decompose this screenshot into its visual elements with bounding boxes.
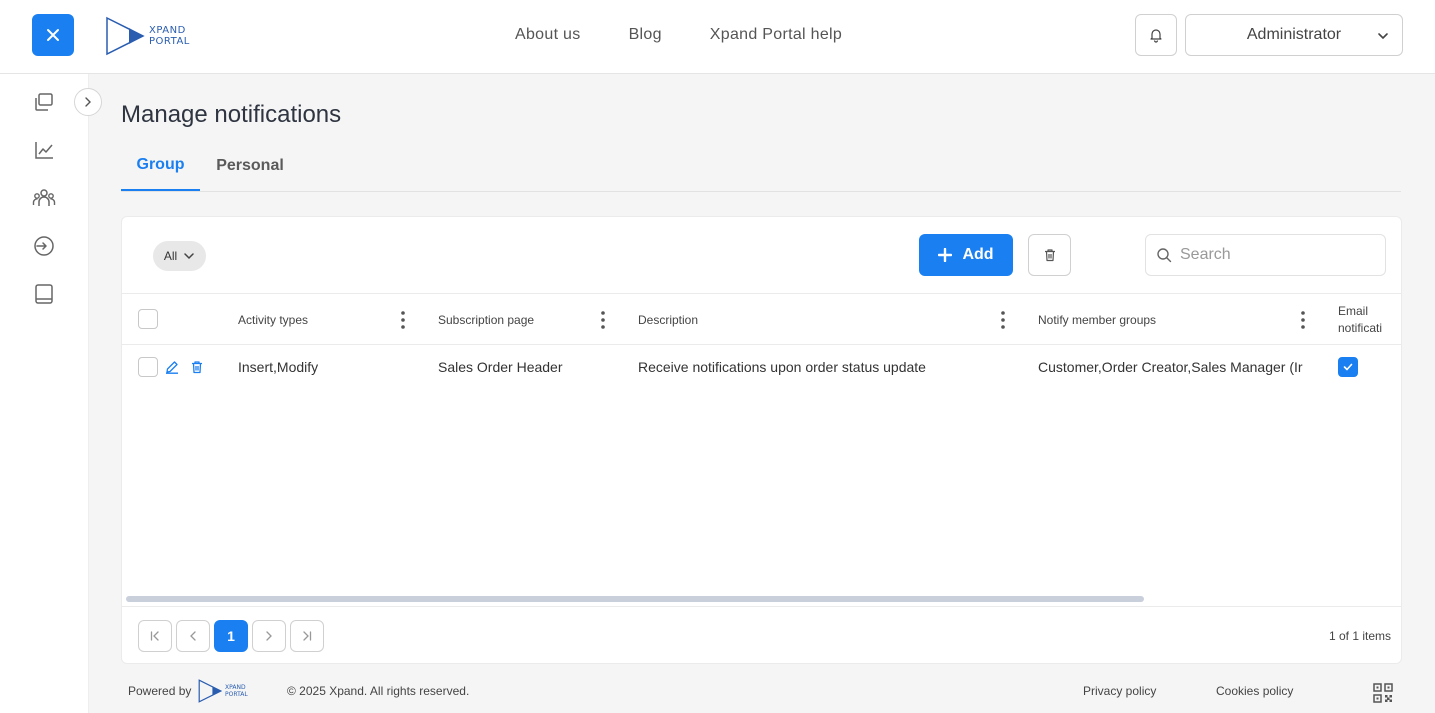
- bell-icon: [1150, 29, 1162, 43]
- col-activity-types[interactable]: Activity types: [238, 294, 308, 345]
- column-menu-icon[interactable]: [601, 311, 605, 329]
- cookies-policy-link[interactable]: Cookies policy: [1216, 684, 1293, 698]
- chevron-right-icon: [85, 97, 91, 107]
- chevron-left-icon: [190, 631, 196, 641]
- sidebar-item-files[interactable]: [32, 90, 56, 114]
- xpand-portal-logo[interactable]: XPAND PORTAL: [105, 16, 190, 56]
- close-menu-button[interactable]: [32, 14, 74, 56]
- email-notifications-checkbox[interactable]: [1338, 357, 1358, 377]
- col-email-line-1: Email: [1338, 303, 1369, 318]
- add-button[interactable]: Add: [919, 234, 1013, 276]
- sidebar-expand-button[interactable]: [74, 88, 102, 116]
- logo-line-1: XPAND: [149, 25, 186, 36]
- col-email-notifications[interactable]: Email notificati: [1338, 294, 1401, 345]
- copyright: © 2025 Xpand. All rights reserved.: [287, 684, 470, 698]
- page-footer: Powered by XPAND PORTAL © 2025 Xpand. Al…: [89, 672, 1435, 713]
- sidebar-item-docs[interactable]: [32, 282, 56, 306]
- nav-portal-help[interactable]: Xpand Portal help: [710, 26, 842, 44]
- chevron-down-icon: [184, 253, 194, 260]
- cell-activity-types: Insert,Modify: [238, 359, 319, 375]
- nav-about-us[interactable]: About us: [515, 26, 581, 44]
- footer-logo-line-1: XPAND: [225, 684, 246, 691]
- chevron-down-icon: [1378, 33, 1388, 40]
- edit-icon[interactable]: [165, 360, 179, 374]
- footer-logo-line-2: PORTAL: [225, 691, 248, 698]
- column-menu-icon[interactable]: [1301, 311, 1305, 329]
- search-box: [1145, 234, 1386, 276]
- logo-line-2: PORTAL: [149, 36, 190, 47]
- nav-blog[interactable]: Blog: [629, 26, 662, 44]
- tab-bar: Group Personal: [121, 140, 1401, 192]
- book-icon: [35, 284, 53, 304]
- last-page-icon: [303, 631, 312, 641]
- horizontal-scrollbar[interactable]: [126, 596, 1144, 602]
- sidebar-item-users[interactable]: [32, 186, 56, 210]
- prev-page-button[interactable]: [176, 620, 210, 652]
- column-menu-icon[interactable]: [1001, 311, 1005, 329]
- search-icon: [1157, 248, 1172, 263]
- xpand-logo-mark-icon: [106, 16, 145, 56]
- sidebar: [0, 74, 89, 713]
- col-notify-member-groups[interactable]: Notify member groups: [1038, 294, 1156, 345]
- next-page-button[interactable]: [252, 620, 286, 652]
- page-button-current[interactable]: 1: [214, 620, 248, 652]
- top-nav: About us Blog Xpand Portal help: [515, 26, 842, 44]
- delete-selected-button[interactable]: [1028, 234, 1071, 276]
- column-menu-icon[interactable]: [401, 311, 405, 329]
- user-name: Administrator: [1246, 26, 1342, 43]
- tab-group[interactable]: Group: [121, 140, 200, 191]
- trash-icon: [1044, 249, 1055, 262]
- select-all-checkbox[interactable]: [138, 309, 158, 329]
- add-button-label: Add: [962, 246, 994, 263]
- close-icon: [47, 29, 59, 41]
- page-title: Manage notifications: [121, 101, 342, 128]
- table-header: Activity types Subscription page Descrip…: [122, 293, 1401, 345]
- sign-in-icon: [34, 236, 54, 256]
- qr-code-icon[interactable]: [1373, 683, 1393, 703]
- footer-logo-text: XPAND PORTAL: [225, 684, 248, 698]
- table-row: Insert,Modify Sales Order Header Receive…: [122, 345, 1401, 389]
- notifications-card: All Add Activity types Subscription page…: [121, 216, 1402, 664]
- col-description[interactable]: Description: [638, 294, 698, 345]
- first-page-icon: [150, 631, 159, 641]
- chevron-right-icon: [266, 631, 272, 641]
- folders-icon: [35, 93, 53, 111]
- footer-logo[interactable]: XPAND PORTAL: [198, 679, 248, 703]
- xpand-logo-mark-icon: [198, 679, 222, 703]
- powered-by-label: Powered by: [128, 684, 192, 698]
- tab-personal[interactable]: Personal: [200, 140, 300, 191]
- top-header: XPAND PORTAL About us Blog Xpand Portal …: [0, 0, 1435, 74]
- trash-icon[interactable]: [190, 360, 204, 374]
- items-summary: 1 of 1 items: [1328, 629, 1391, 643]
- col-email-line-2: notificati: [1338, 320, 1383, 335]
- row-select-checkbox[interactable]: [138, 357, 158, 377]
- users-icon: [32, 189, 56, 206]
- cell-description: Receive notifications upon order status …: [638, 359, 926, 375]
- col-subscription-page[interactable]: Subscription page: [438, 294, 534, 345]
- first-page-button[interactable]: [138, 620, 172, 652]
- check-icon: [1343, 363, 1353, 371]
- plus-icon: [938, 248, 953, 262]
- cell-subscription-page: Sales Order Header: [438, 359, 563, 375]
- filter-dropdown[interactable]: All: [153, 241, 206, 271]
- cell-notify-member-groups: Customer,Order Creator,Sales Manager (Ir: [1038, 359, 1303, 375]
- privacy-policy-link[interactable]: Privacy policy: [1083, 684, 1156, 698]
- sidebar-item-sign-in[interactable]: [32, 234, 56, 258]
- pagination-bar: 1 1 of 1 items: [122, 606, 1401, 663]
- logo-text: XPAND PORTAL: [149, 25, 190, 47]
- user-dropdown[interactable]: Administrator: [1185, 14, 1403, 56]
- filter-label: All: [163, 249, 178, 263]
- chart-line-icon: [35, 142, 53, 159]
- last-page-button[interactable]: [290, 620, 324, 652]
- search-input[interactable]: [1180, 246, 1370, 264]
- sidebar-item-analytics[interactable]: [32, 138, 56, 162]
- notifications-button[interactable]: [1135, 14, 1177, 56]
